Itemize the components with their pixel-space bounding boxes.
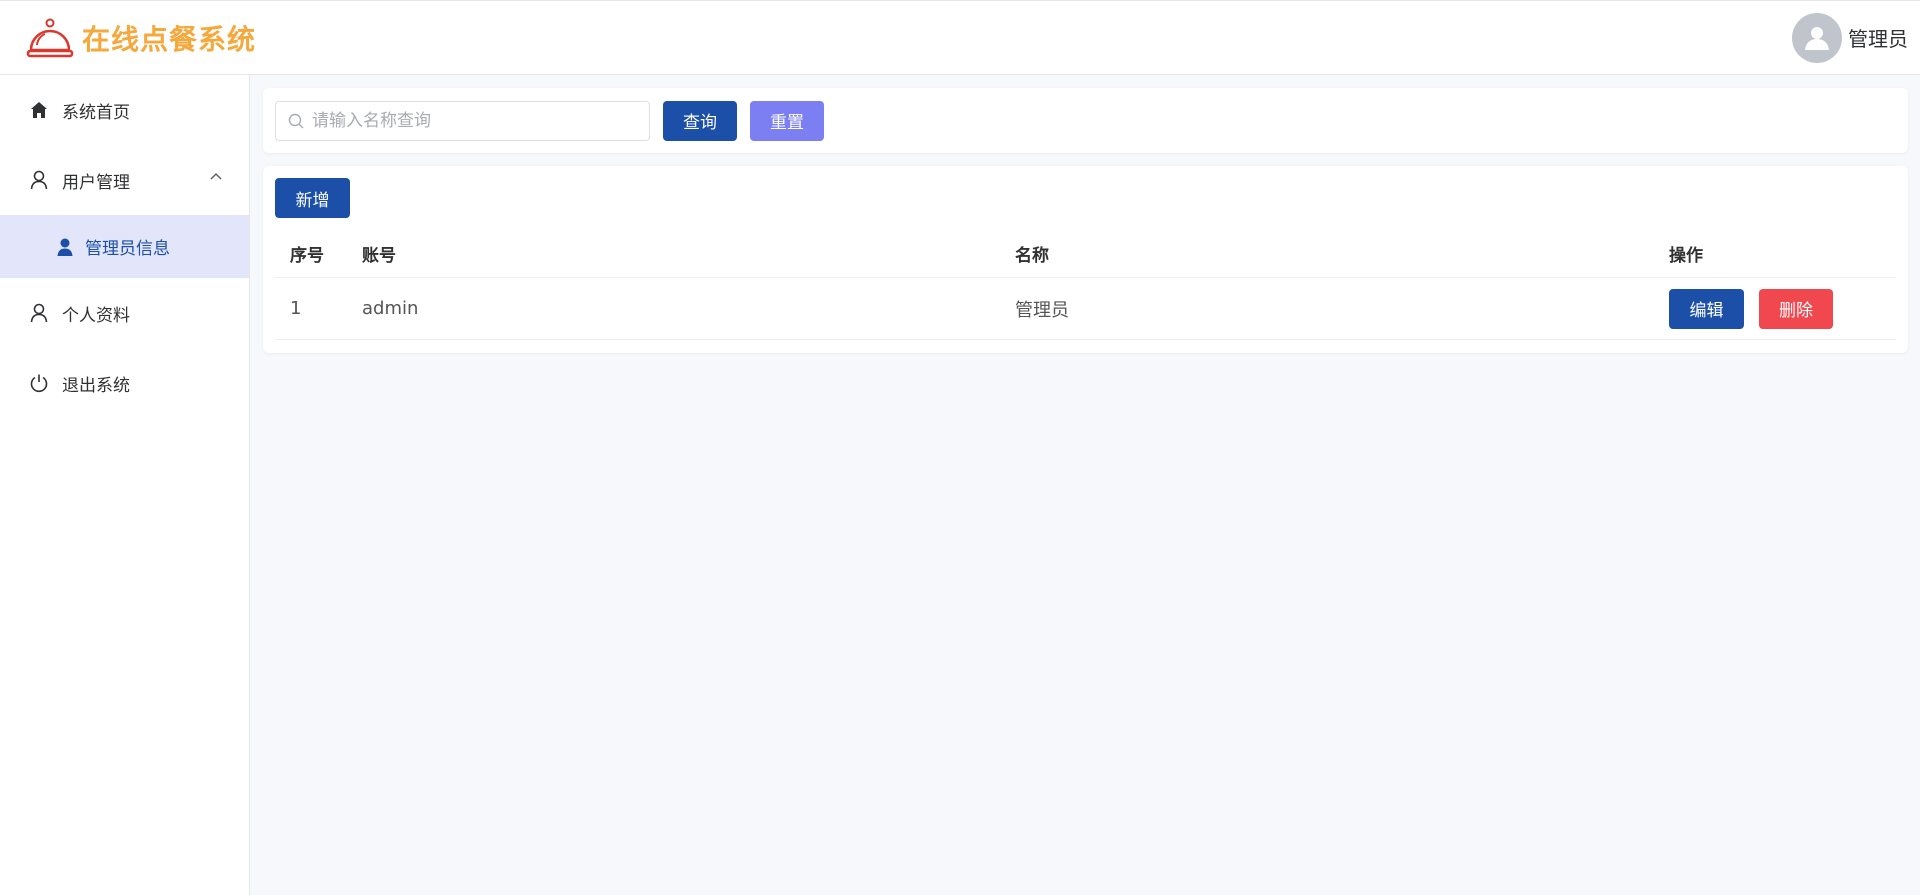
user-icon: [28, 302, 50, 324]
reset-button[interactable]: 重置: [750, 100, 824, 141]
power-icon: [28, 372, 50, 394]
cell-name: 管理员: [1015, 299, 1069, 321]
sidebar-item-label: 退出系统: [62, 375, 130, 396]
sidebar-item-profile[interactable]: 个人资料: [0, 278, 249, 348]
table-header-row: 序号 账号 名称 操作: [275, 230, 1896, 278]
sidebar-item-label: 管理员信息: [85, 239, 170, 259]
column-header-actions: 操作: [1669, 246, 1703, 266]
person-avatar-icon: [1805, 26, 1829, 50]
table-row: 1 admin 管理员 编辑 删除: [275, 278, 1896, 340]
user-icon: [28, 169, 50, 191]
user-name[interactable]: 管理员: [1848, 23, 1908, 52]
search-field[interactable]: [275, 100, 650, 141]
sidebar: 系统首页 用户管理 管理员信息 个人资料 退出系统: [0, 75, 250, 895]
top-header: 在线点餐系统 管理员: [0, 0, 1920, 75]
column-header-name: 名称: [1015, 246, 1049, 266]
sidebar-item-label: 用户管理: [62, 172, 130, 193]
chevron-up-icon[interactable]: [209, 171, 223, 181]
user-filled-icon: [55, 237, 75, 257]
search-input[interactable]: [312, 110, 632, 131]
home-icon: [28, 99, 50, 121]
user-menu[interactable]: 管理员: [1792, 12, 1920, 63]
brand: 在线点餐系统: [0, 17, 256, 59]
sidebar-item-logout[interactable]: 退出系统: [0, 348, 249, 418]
table-panel: 新增 序号 账号 名称 操作 1 admin 管理员 编辑 删除: [263, 166, 1908, 353]
app-title: 在线点餐系统: [82, 22, 257, 56]
cell-account: admin: [362, 298, 419, 319]
column-header-index: 序号: [290, 246, 324, 266]
cell-actions: 编辑 删除: [1669, 288, 1896, 329]
sidebar-item-label: 个人资料: [62, 305, 130, 326]
search-icon: [288, 113, 304, 128]
delete-button[interactable]: 删除: [1759, 288, 1833, 329]
cell-index: 1: [290, 298, 302, 319]
column-header-account: 账号: [362, 246, 396, 266]
edit-button[interactable]: 编辑: [1669, 288, 1744, 329]
sidebar-item-user-management[interactable]: 用户管理: [0, 145, 249, 215]
query-button[interactable]: 查询: [663, 100, 737, 141]
admin-table: 序号 账号 名称 操作 1 admin 管理员 编辑 删除: [275, 230, 1896, 340]
avatar[interactable]: [1792, 12, 1842, 63]
add-button[interactable]: 新增: [275, 178, 350, 218]
search-panel: 查询 重置: [263, 88, 1908, 153]
service-bell-icon: [26, 18, 74, 57]
sidebar-item-label: 系统首页: [62, 102, 130, 123]
sidebar-item-home[interactable]: 系统首页: [0, 75, 249, 145]
sidebar-item-admin-info[interactable]: 管理员信息: [0, 215, 249, 278]
